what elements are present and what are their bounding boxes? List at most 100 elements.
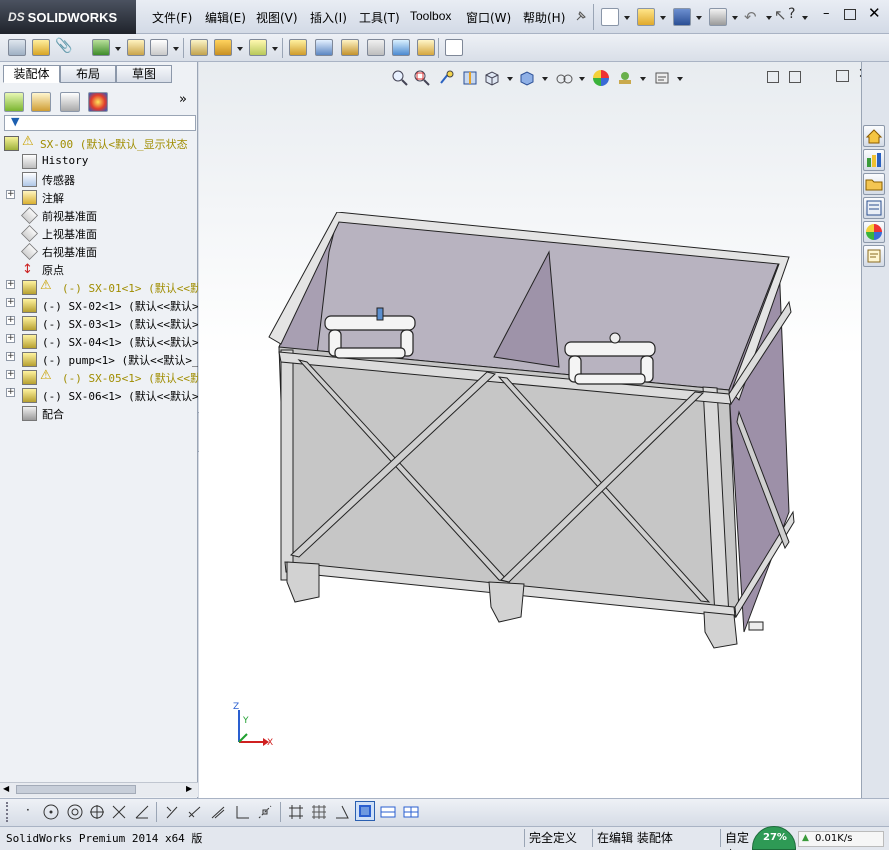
zoom-to-area-icon[interactable]	[414, 70, 430, 86]
exploded-view-icon[interactable]	[341, 39, 359, 56]
tree-item[interactable]: 配合	[0, 404, 198, 422]
point-icon[interactable]: ·	[26, 803, 30, 817]
trim-icon[interactable]	[163, 803, 181, 821]
show-hidden-components-icon[interactable]	[190, 39, 208, 56]
chevron-down-icon[interactable]	[766, 16, 772, 20]
tank-assembly-model[interactable]	[259, 212, 799, 652]
view-palette-icon[interactable]	[863, 197, 885, 219]
zoom-to-fit-icon[interactable]	[392, 70, 408, 86]
insert-component-icon[interactable]	[8, 39, 26, 56]
save-icon[interactable]	[673, 8, 691, 26]
restore-window-icon[interactable]	[836, 70, 849, 82]
chevron-down-icon[interactable]	[272, 47, 278, 51]
tree-item[interactable]: 上视基准面	[0, 224, 198, 242]
property-manager-icon[interactable]	[31, 92, 51, 112]
midpoint-icon[interactable]	[256, 803, 274, 821]
view-settings-icon[interactable]	[654, 70, 670, 86]
extend-icon[interactable]	[186, 803, 204, 821]
view-orientation-icon[interactable]	[484, 70, 500, 86]
intersection-icon[interactable]	[110, 803, 128, 821]
horizontal-icon[interactable]	[379, 803, 397, 821]
help-icon[interactable]: ?	[788, 6, 795, 22]
tree-item[interactable]: + ⚠ (-) SX-05<1> (默认<<默认	[0, 368, 198, 386]
undo-icon[interactable]: ↶	[744, 8, 762, 26]
circle-icon[interactable]	[42, 803, 60, 821]
tab-assembly[interactable]: 装配体	[3, 65, 60, 83]
menu-insert[interactable]: 插入(I)	[310, 9, 347, 26]
solidworks-resources-icon[interactable]	[863, 125, 885, 147]
tree-item[interactable]: + (-) pump<1> (默认<<默认>_显	[0, 350, 198, 368]
tree-filter-field[interactable]: ▼	[4, 115, 196, 131]
edit-appearance-icon[interactable]	[593, 70, 609, 86]
new-document-icon[interactable]	[601, 8, 619, 26]
reference-geometry-icon[interactable]	[249, 39, 267, 56]
custom-properties-icon[interactable]	[863, 245, 885, 267]
menu-help[interactable]: 帮助(H)	[523, 9, 565, 26]
pin-icon[interactable]	[574, 9, 588, 23]
minimize-icon[interactable]: –	[823, 6, 830, 21]
chevron-down-icon[interactable]	[696, 16, 702, 20]
file-explorer-icon[interactable]	[863, 173, 885, 195]
tree-item[interactable]: + ⚠ (-) SX-01<1> (默认<<默认	[0, 278, 198, 296]
angle-icon[interactable]	[333, 803, 351, 821]
tree-item[interactable]: + (-) SX-06<1> (默认<<默认>_	[0, 386, 198, 404]
display-style-icon[interactable]	[519, 70, 535, 86]
chevron-down-icon[interactable]	[677, 77, 683, 81]
tree-item[interactable]: History	[0, 152, 198, 170]
tree-root-item[interactable]: ⚠ SX-00 (默认<默认_显示状态	[0, 134, 198, 152]
vertical-icon[interactable]	[402, 803, 420, 821]
expand-toggle-icon[interactable]: +	[6, 316, 15, 325]
quick-snaps-icon[interactable]	[445, 39, 463, 56]
tree-item[interactable]: 传感器	[0, 170, 198, 188]
scroll-right-icon[interactable]: ▶	[186, 784, 192, 793]
smart-fasteners-icon[interactable]	[127, 39, 145, 56]
expand-toggle-icon[interactable]: +	[6, 352, 15, 361]
print-icon[interactable]	[709, 8, 727, 26]
chevron-down-icon[interactable]	[624, 16, 630, 20]
tree-item[interactable]: + 注解	[0, 188, 198, 206]
chevron-down-icon[interactable]	[802, 16, 808, 20]
quantize-icon[interactable]	[287, 803, 305, 821]
split-horizontal-icon[interactable]	[767, 71, 779, 83]
perpendicular-icon[interactable]	[233, 803, 251, 821]
tree-item[interactable]: + (-) SX-03<1> (默认<<默认>_	[0, 314, 198, 332]
maximize-icon[interactable]	[844, 9, 856, 20]
expand-toggle-icon[interactable]: +	[6, 190, 15, 199]
tab-layout[interactable]: 布局	[60, 65, 116, 83]
expand-toggle-icon[interactable]: +	[6, 388, 15, 397]
section-view-icon[interactable]	[462, 70, 478, 86]
expand-toggle-icon[interactable]: +	[6, 298, 15, 307]
split-vertical-icon[interactable]	[789, 71, 801, 83]
chevron-down-icon[interactable]	[579, 77, 585, 81]
menu-tools[interactable]: 工具(T)	[359, 9, 400, 26]
chevron-down-icon[interactable]	[507, 77, 513, 81]
tab-sketch[interactable]: 草图	[116, 65, 172, 83]
apply-scene-icon[interactable]	[617, 70, 633, 86]
grid-snap-icon[interactable]	[310, 803, 328, 821]
expand-toggle-icon[interactable]: +	[6, 370, 15, 379]
feature-manager-icon[interactable]	[4, 92, 24, 112]
appearances-scenes-icon[interactable]	[863, 221, 885, 243]
scroll-left-icon[interactable]: ◀	[3, 784, 9, 793]
linear-pattern-icon[interactable]	[92, 39, 110, 56]
toolbar-grip[interactable]	[6, 802, 9, 822]
hide-show-items-icon[interactable]	[555, 70, 575, 86]
expand-panel-icon[interactable]: »	[179, 92, 187, 107]
tangent-icon[interactable]	[133, 803, 151, 821]
concentric-icon[interactable]	[66, 803, 84, 821]
expand-toggle-icon[interactable]: +	[6, 334, 15, 343]
close-icon[interactable]: ✕	[868, 4, 881, 22]
chevron-down-icon[interactable]	[115, 47, 121, 51]
design-library-icon[interactable]	[863, 149, 885, 171]
snap-toggle-active[interactable]	[355, 801, 375, 821]
mate-paperclip-icon[interactable]: 📎	[55, 38, 72, 54]
instant3d-icon[interactable]	[417, 39, 435, 56]
menu-window[interactable]: 窗口(W)	[466, 9, 511, 26]
display-manager-icon[interactable]	[88, 92, 108, 112]
interference-detection-icon[interactable]	[392, 39, 410, 56]
chevron-down-icon[interactable]	[640, 77, 646, 81]
solidworks-logo[interactable]: DS SOLIDWORKS	[0, 0, 136, 34]
coincident-icon[interactable]	[88, 803, 106, 821]
assembly-features-icon[interactable]	[214, 39, 232, 56]
tree-item[interactable]: ↕ 原点	[0, 260, 198, 278]
